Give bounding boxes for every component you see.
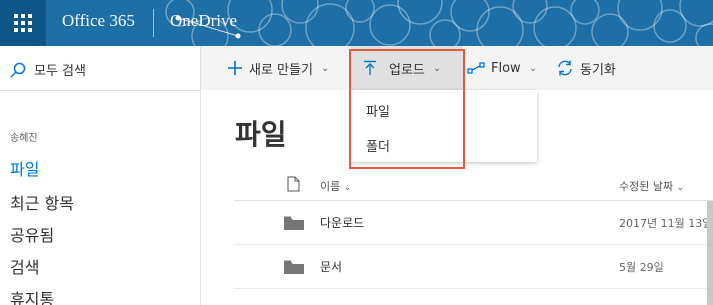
chevron-down-icon: ⌄ [528, 62, 538, 74]
chevron-down-icon: ⌄ [343, 183, 352, 193]
file-modified: 2017년 11월 13일 [619, 217, 713, 230]
onedrive-app-name[interactable]: OneDrive [170, 11, 237, 31]
sidebar-item-recycle-bin[interactable]: 휴지통 [10, 286, 54, 305]
file-name[interactable]: 문서 [320, 258, 342, 275]
office-365-brand[interactable]: Office 365 [62, 11, 135, 31]
highlight-annotation [349, 49, 465, 169]
file-row-downloads[interactable]: 다운로드 2017년 11월 13일 [234, 201, 713, 245]
name-column-header[interactable]: 이름 ⌄ [320, 178, 351, 194]
brand-divider [153, 9, 154, 37]
sync-button[interactable]: 동기화 [556, 46, 616, 90]
file-type-icon[interactable] [287, 176, 300, 192]
search-icon [10, 62, 26, 78]
folder-icon [284, 260, 304, 274]
modified-column-header[interactable]: 수정된 날짜 ⌄ [619, 178, 684, 194]
modified-column-label: 수정된 날짜 [619, 180, 674, 193]
waffle-icon [14, 14, 32, 32]
nav-divider [0, 90, 201, 91]
sidebar-item-files[interactable]: 파일 [10, 156, 39, 180]
page-title: 파일 [235, 118, 287, 151]
sidebar-item-recent[interactable]: 최근 항목 [10, 190, 74, 214]
column-header-row: 이름 ⌄ 수정된 날짜 ⌄ [234, 169, 713, 201]
folder-icon [284, 216, 304, 230]
file-name[interactable]: 다운로드 [320, 214, 364, 231]
sync-icon [558, 60, 572, 76]
left-navigation: 모두 검색 송혜진 파일 최근 항목 공유됨 검색 휴지통 [0, 46, 201, 305]
name-column-label: 이름 [320, 180, 341, 193]
sync-label: 동기화 [580, 62, 616, 78]
sidebar-item-shared[interactable]: 공유됨 [10, 222, 54, 246]
suite-bar: Office 365 OneDrive [0, 0, 713, 46]
search-label: 모두 검색 [34, 64, 86, 79]
sidebar-item-discover[interactable]: 검색 [10, 254, 39, 278]
flow-icon [467, 62, 485, 74]
new-button[interactable]: 새로 만들기 ⌄ [227, 46, 329, 90]
file-row-documents[interactable]: 문서 5월 29일 [234, 245, 713, 289]
flow-button[interactable]: Flow ⌄ [467, 46, 537, 90]
chevron-down-icon: ⌄ [676, 183, 685, 193]
user-name: 송혜진 [10, 133, 38, 144]
chevron-down-icon: ⌄ [320, 62, 330, 74]
scrollbar[interactable] [707, 201, 713, 305]
app-launcher-button[interactable] [0, 0, 46, 46]
plus-icon [228, 61, 242, 75]
flow-label: Flow [491, 60, 521, 76]
new-label: 새로 만들기 [249, 62, 313, 78]
file-modified: 5월 29일 [619, 261, 664, 274]
search-box[interactable]: 모두 검색 [10, 60, 86, 79]
